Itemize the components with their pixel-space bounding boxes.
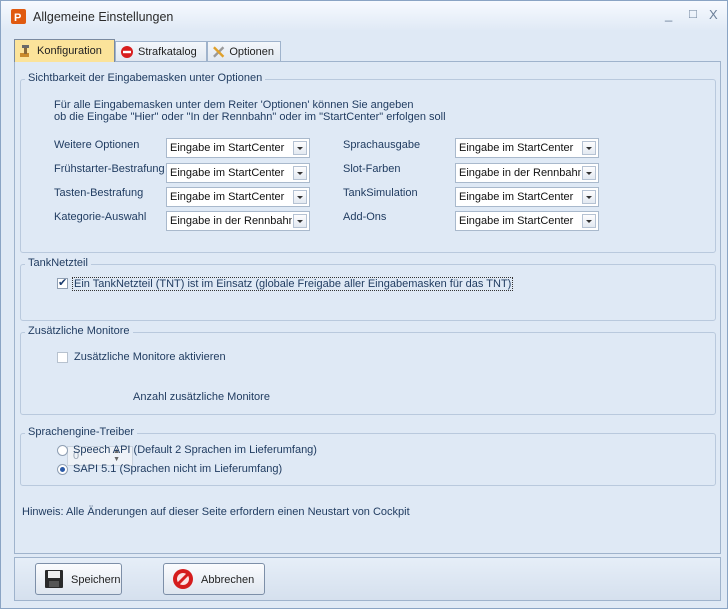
- sapi-radio[interactable]: [57, 464, 68, 475]
- label-add-ons: Add-Ons: [343, 211, 387, 223]
- monitors-group: Zusätzliche Monitore Zusätzliche Monitor…: [20, 325, 716, 415]
- tanknetzteil-group: TankNetzteil Ein TankNetzteil (TNT) ist …: [20, 257, 716, 321]
- label-slot-farben: Slot-Farben: [343, 163, 401, 175]
- speech-api-label[interactable]: Speech API (Default 2 Sprachen im Liefer…: [73, 444, 317, 456]
- chevron-down-icon[interactable]: [582, 190, 596, 204]
- sprachausgabe-select[interactable]: Eingabe im StartCenter: [455, 138, 599, 158]
- fruehstarter-select[interactable]: Eingabe im StartCenter: [166, 163, 310, 183]
- label-tanksimulation: TankSimulation: [343, 187, 418, 199]
- slot-farben-select[interactable]: Eingabe in der Rennbahn: [455, 163, 599, 183]
- weitere-optionen-select[interactable]: Eingabe im StartCenter: [166, 138, 310, 158]
- tab-konfiguration[interactable]: Konfiguration: [14, 39, 115, 62]
- save-button-label: Speichern: [71, 574, 121, 586]
- visibility-description-2: ob die Eingabe "Hier" oder "In der Rennb…: [54, 111, 446, 123]
- footer-bar: Speichern Abbrechen: [14, 557, 721, 601]
- restart-hint: Hinweis: Alle Änderungen auf dieser Seit…: [22, 506, 410, 518]
- tab-optionen[interactable]: Optionen: [207, 41, 281, 61]
- tools-icon: [20, 45, 29, 57]
- monitor-count-label: Anzahl zusätzliche Monitore: [133, 391, 270, 403]
- save-button[interactable]: Speichern: [35, 563, 122, 595]
- label-sprachausgabe: Sprachausgabe: [343, 139, 421, 151]
- tanksimulation-select[interactable]: Eingabe im StartCenter: [455, 187, 599, 207]
- chevron-down-icon[interactable]: [582, 166, 596, 180]
- wrench-screwdriver-icon: [213, 45, 225, 58]
- tab-strafkatalog[interactable]: Strafkatalog: [115, 41, 207, 61]
- label-fruehstarter: Frühstarter-Bestrafung: [54, 163, 165, 175]
- tab-label: Strafkatalog: [138, 45, 197, 58]
- cancel-icon: [173, 569, 193, 589]
- chevron-down-icon[interactable]: [293, 166, 307, 180]
- tnt-checkbox-label[interactable]: Ein TankNetzteil (TNT) ist im Einsatz (g…: [72, 277, 514, 291]
- title-bar: P Allgemeine Einstellungen _ □ X: [1, 1, 727, 31]
- label-weitere-optionen: Weitere Optionen: [54, 139, 140, 151]
- monitors-checkbox[interactable]: [57, 352, 68, 363]
- window-title: Allgemeine Einstellungen: [33, 10, 174, 24]
- chevron-down-icon[interactable]: [293, 141, 307, 155]
- cancel-button[interactable]: Abbrechen: [163, 563, 265, 595]
- chevron-down-icon[interactable]: [293, 214, 307, 228]
- chevron-down-icon[interactable]: [582, 214, 596, 228]
- monitors-checkbox-label[interactable]: Zusätzliche Monitore aktivieren: [74, 351, 226, 363]
- speech-engine-legend: Sprachengine-Treiber: [25, 426, 137, 438]
- sapi-label[interactable]: SAPI 5.1 (Sprachen nicht im Lieferumfang…: [73, 463, 282, 475]
- label-kategorie: Kategorie-Auswahl: [54, 211, 147, 223]
- close-button[interactable]: X: [709, 7, 718, 22]
- visibility-group: Sichtbarkeit der Eingabemasken unter Opt…: [20, 72, 716, 253]
- svg-text:P: P: [14, 12, 21, 24]
- tab-label: Optionen: [229, 45, 274, 58]
- chevron-down-icon[interactable]: [293, 190, 307, 204]
- speech-engine-group: Sprachengine-Treiber Speech API (Default…: [20, 426, 716, 486]
- tanknetzteil-legend: TankNetzteil: [25, 257, 91, 269]
- monitors-legend: Zusätzliche Monitore: [25, 325, 133, 337]
- konfiguration-panel: Sichtbarkeit der Eingabemasken unter Opt…: [14, 61, 721, 554]
- visibility-description: Für alle Eingabemasken unter dem Reiter …: [54, 99, 414, 111]
- label-tasten: Tasten-Bestrafung: [54, 187, 144, 199]
- speech-api-radio[interactable]: [57, 445, 68, 456]
- kategorie-select[interactable]: Eingabe in der Rennbahn: [166, 211, 310, 231]
- maximize-button[interactable]: □: [689, 6, 697, 21]
- settings-window: P Allgemeine Einstellungen _ □ X Konfigu…: [0, 0, 728, 609]
- no-entry-icon: [121, 45, 133, 58]
- add-ons-select[interactable]: Eingabe im StartCenter: [455, 211, 599, 231]
- tnt-checkbox[interactable]: [57, 276, 68, 289]
- app-logo-icon: P: [11, 9, 26, 24]
- floppy-disk-icon: [45, 570, 63, 588]
- chevron-down-icon[interactable]: [582, 141, 596, 155]
- visibility-legend: Sichtbarkeit der Eingabemasken unter Opt…: [25, 72, 266, 84]
- cancel-button-label: Abbrechen: [201, 574, 255, 586]
- tasten-select[interactable]: Eingabe im StartCenter: [166, 187, 310, 207]
- minimize-button[interactable]: _: [665, 7, 672, 22]
- tab-label: Konfiguration: [37, 45, 102, 57]
